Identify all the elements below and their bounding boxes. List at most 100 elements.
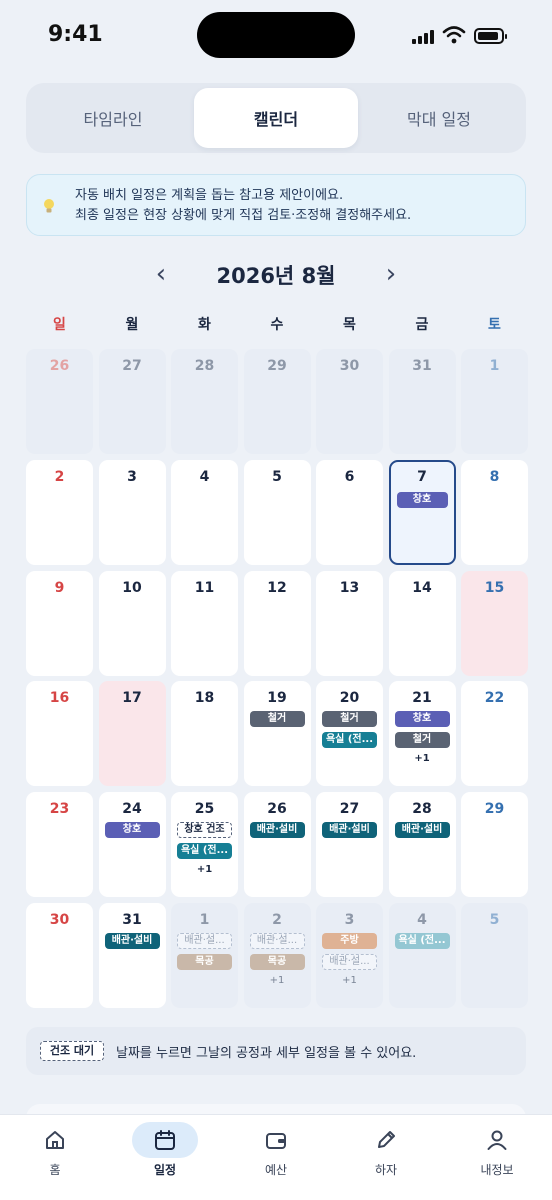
calendar-day-cell[interactable]: 5 <box>243 459 311 565</box>
calendar-day-cell[interactable]: 13 <box>316 570 383 676</box>
calendar-day-cell[interactable]: 23 <box>26 792 93 898</box>
calendar-day-cell[interactable]: 2 배관·설... 목공 +1 <box>243 903 311 1008</box>
tab-home[interactable]: 홈 <box>0 1115 110 1200</box>
tab-budget[interactable]: 예산 <box>221 1115 331 1200</box>
home-icon <box>46 1131 64 1149</box>
calendar-day-cell[interactable]: 9 <box>26 570 93 676</box>
prev-month-button[interactable]: ‹ <box>146 256 176 292</box>
event-chip[interactable]: 창호 <box>394 711 450 728</box>
calendar-day-cell[interactable]: 28 <box>171 349 238 454</box>
calendar-day-cell[interactable]: 2 <box>26 459 93 565</box>
calendar-day-cell[interactable]: 1 배관·설... 목공 <box>171 903 238 1008</box>
event-chip-list: 배관·설... 목공 <box>177 933 232 975</box>
weekday-label: 수 <box>270 317 284 333</box>
more-events-count: +1 <box>414 753 430 765</box>
person-icon <box>487 1130 507 1150</box>
event-chip[interactable]: 목공 <box>177 954 232 970</box>
tab-my-info[interactable]: 내정보 <box>442 1115 552 1200</box>
calendar-day-cell[interactable]: 20 철거욕실 (전... <box>316 681 383 787</box>
event-chip-list: 배관·설비 <box>249 822 305 843</box>
calendar-day-cell[interactable]: 6 <box>316 459 383 565</box>
day-number: 11 <box>194 579 215 596</box>
day-number: 7 <box>417 468 427 485</box>
day-number: 5 <box>272 468 282 485</box>
event-chip[interactable]: 철거 <box>322 711 377 728</box>
calendar-day-cell[interactable]: 22 <box>461 681 528 787</box>
calendar-day-cell[interactable]: 31 배관·설비 <box>98 903 166 1008</box>
tab-home-label: 홈 <box>49 1163 61 1177</box>
event-chip[interactable]: 창호 <box>104 822 160 839</box>
calendar-day-cell[interactable]: 3 주방배관·설... +1 <box>316 903 383 1008</box>
event-chip-list: 창호 <box>396 491 448 513</box>
notice-line-1: 자동 배치 일정은 계획을 돕는 참고용 제안이에요. <box>75 188 344 203</box>
event-chip[interactable]: 배관·설... <box>249 933 305 949</box>
event-chip[interactable]: 목공 <box>249 954 305 970</box>
event-chip[interactable]: 배관·설비 <box>322 822 377 839</box>
day-number: 3 <box>344 912 355 928</box>
event-chip[interactable]: 창호 <box>396 491 448 508</box>
day-number: 1 <box>199 912 210 928</box>
calendar-day-cell[interactable]: 4 <box>171 459 238 565</box>
tab-defects[interactable]: 하자 <box>331 1115 441 1200</box>
event-chip[interactable]: 주방 <box>322 933 377 949</box>
calendar-day-cell[interactable]: 5 <box>461 903 528 1008</box>
calendar-day-cell[interactable]: 26 배관·설비 <box>243 792 311 898</box>
calendar-day-cell[interactable]: 28 배관·설비 <box>388 792 456 898</box>
event-chip[interactable]: 배관·설비 <box>104 933 160 949</box>
event-chip[interactable]: 욕실 (전... <box>394 933 450 949</box>
weekday-label: 토 <box>488 317 501 333</box>
day-number: 15 <box>484 579 505 596</box>
calendar-day-cell[interactable]: 30 <box>316 349 383 454</box>
day-number: 30 <box>339 358 360 374</box>
calendar-day-cell-selected[interactable]: 7 창호 <box>388 459 456 565</box>
tab-timeline[interactable]: 타임라인 <box>31 88 195 148</box>
calendar-day-cell[interactable]: 25 창호 건조 욕실 (전... +1 <box>171 792 238 898</box>
calendar-day-cell[interactable]: 17 <box>98 681 166 787</box>
more-events-count: +1 <box>342 975 357 986</box>
event-chip[interactable]: 욕실 (전... <box>322 732 377 749</box>
calendar-day-cell[interactable]: 15 <box>461 570 528 676</box>
calendar-day-cell[interactable]: 10 <box>98 570 166 676</box>
calendar-grid: 26 27 28 29 30 31 1 2 3 4 5 6 7 창호 8 9 10 11 12 13 14 15 16 17 1… <box>26 349 528 1009</box>
calendar-day-cell[interactable]: 14 <box>388 570 456 676</box>
calendar-day-cell[interactable]: 27 배관·설비 <box>316 792 383 898</box>
event-chip[interactable]: 철거 <box>394 732 450 749</box>
month-navigation: ‹ 2026년 8월 › <box>0 256 552 292</box>
calendar-day-cell[interactable]: 29 <box>461 792 528 898</box>
calendar-day-cell[interactable]: 19 철거 <box>243 681 311 787</box>
calendar-day-cell[interactable]: 11 <box>171 570 238 676</box>
event-chip[interactable]: 배관·설... <box>177 933 232 949</box>
event-chip[interactable]: 철거 <box>249 711 305 728</box>
tab-bar-schedule[interactable]: 막대 일정 <box>357 88 521 148</box>
calendar-day-cell[interactable]: 16 <box>26 681 93 787</box>
more-events-count: +1 <box>269 975 285 986</box>
calendar-day-cell[interactable]: 29 <box>243 349 311 454</box>
next-month-button[interactable]: › <box>376 256 406 292</box>
tab-my-info-label: 내정보 <box>480 1163 514 1177</box>
event-chip[interactable]: 욕실 (전... <box>177 843 232 860</box>
day-number: 28 <box>412 801 432 818</box>
calendar-day-cell[interactable]: 18 <box>171 681 238 787</box>
day-number: 20 <box>339 690 360 707</box>
calendar-day-cell[interactable]: 30 <box>26 903 93 1008</box>
calendar-day-cell[interactable]: 24 창호 <box>98 792 166 898</box>
event-chip[interactable]: 배관·설... <box>322 954 377 970</box>
event-chip[interactable]: 배관·설비 <box>394 822 450 839</box>
calendar-day-cell[interactable]: 21 창호 철거 +1 <box>388 681 456 787</box>
event-chip[interactable]: 창호 건조 <box>177 822 232 839</box>
calendar-day-cell[interactable]: 12 <box>243 570 311 676</box>
status-time: 9:41 <box>48 22 103 47</box>
calendar-day-cell[interactable]: 27 <box>98 349 166 454</box>
calendar-day-cell[interactable]: 3 <box>98 459 166 565</box>
calendar-day-cell[interactable]: 8 <box>461 459 528 565</box>
calendar-day-cell[interactable]: 1 <box>461 349 528 454</box>
day-number: 13 <box>339 579 360 596</box>
calendar-day-cell[interactable]: 26 <box>26 349 93 454</box>
day-number: 27 <box>122 358 142 374</box>
calendar-day-cell[interactable]: 31 <box>388 349 456 454</box>
tab-calendar[interactable]: 캘린더 <box>194 88 358 148</box>
event-chip[interactable]: 배관·설비 <box>249 822 305 839</box>
event-chip-list: 욕실 (전... <box>394 933 450 954</box>
tab-schedule[interactable]: 일정 <box>110 1115 220 1200</box>
calendar-day-cell[interactable]: 4 욕실 (전... <box>388 903 456 1008</box>
